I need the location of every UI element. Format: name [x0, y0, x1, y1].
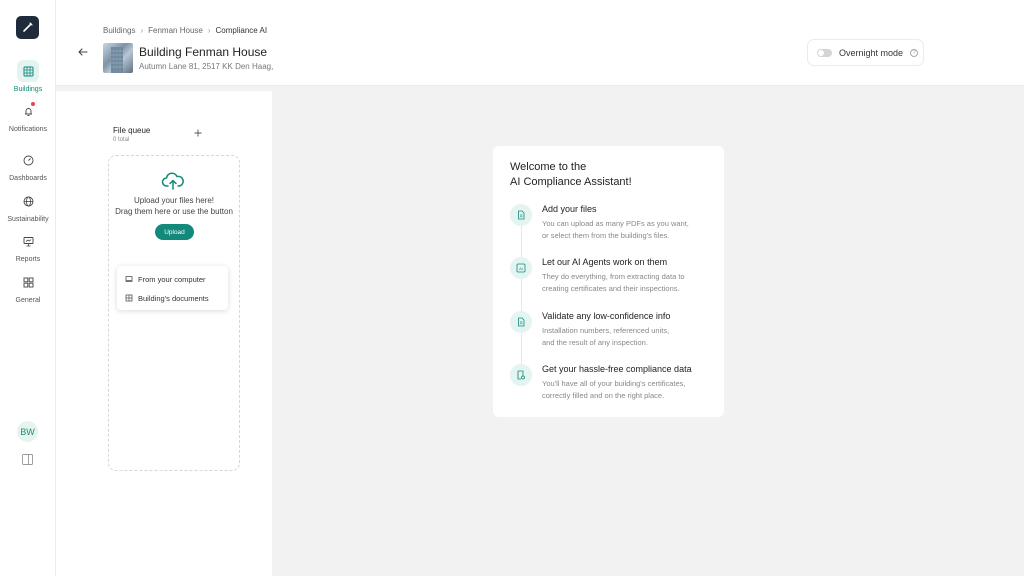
sidebar: Buildings Notifications Dashboards Susta… [0, 0, 56, 576]
sidebar-item-general[interactable]: General [0, 271, 56, 304]
step-description: You can upload as many PDFs as you want,… [542, 218, 717, 242]
menu-item-from-computer[interactable]: From your computer [125, 273, 206, 285]
page-title: Building Fenman House [139, 45, 268, 59]
menu-item-label: From your computer [138, 274, 206, 284]
step-description-line: creating certificates and their inspecti… [542, 284, 680, 293]
avatar[interactable]: BW [17, 421, 38, 442]
breadcrumb-current: Compliance AI [215, 26, 268, 35]
file-queue-count: 0 total [113, 137, 130, 143]
overnight-mode-toggle[interactable] [817, 48, 832, 57]
overnight-mode-label: Overnight mode [839, 47, 904, 58]
step-description-line: correctly filled and on the right place. [542, 391, 665, 400]
grid-icon [17, 60, 39, 82]
file-queue-panel: File queue 0 total Upload your files her… [56, 91, 272, 576]
plus-icon[interactable] [194, 129, 202, 137]
sidebar-item-label: Notifications [8, 126, 48, 133]
step-title: Add your files [542, 204, 597, 214]
sidebar-item-label: Buildings [13, 86, 43, 93]
building-thumbnail [103, 43, 133, 73]
step-description-line: You can upload as many PDFs as you want, [542, 219, 689, 228]
gauge-icon [17, 149, 39, 171]
sidebar-item-buildings[interactable]: Buildings [0, 60, 56, 93]
step-description-line: You'll have all of your building's certi… [542, 379, 686, 388]
sidebar-item-label: General [15, 297, 41, 304]
sidebar-item-label: Dashboards [9, 175, 47, 182]
sidebar-item-dashboards[interactable]: Dashboards [0, 149, 56, 182]
document-check-icon [510, 311, 532, 333]
pen-icon [23, 22, 33, 32]
step-description: They do everything, from extracting data… [542, 271, 717, 295]
building-grid-icon [125, 294, 133, 302]
chevron-right-icon: › [140, 26, 144, 35]
cloud-upload-icon [161, 172, 184, 190]
file-queue-title: File queue [113, 126, 151, 135]
building-address: Autumn Lane 81, 2517 KK Den Haag, [139, 62, 274, 71]
breadcrumb-buildings[interactable]: Buildings [103, 26, 135, 35]
step-title: Let our AI Agents work on them [542, 257, 668, 267]
step-description-line: and the result of any inspection. [542, 338, 648, 347]
welcome-card: Welcome to the AI Compliance Assistant! … [493, 146, 724, 417]
ai-icon: AI [510, 257, 532, 279]
step-description-line: or select them from the building's files… [542, 231, 670, 240]
step-title: Validate any low-confidence info [542, 311, 671, 321]
upload-dropzone[interactable]: Upload your files here! Drag them here o… [108, 155, 240, 471]
welcome-title-line1: Welcome to the [510, 161, 587, 173]
document-icon [510, 204, 532, 226]
sidebar-toggle-icon[interactable] [22, 454, 33, 465]
welcome-title: Welcome to the AI Compliance Assistant! [510, 160, 710, 190]
back-arrow-icon[interactable] [76, 45, 90, 59]
svg-text:AI: AI [519, 266, 523, 271]
sidebar-item-reports[interactable]: Reports [0, 230, 56, 263]
sidebar-item-sustainability[interactable]: Sustainability [0, 190, 56, 223]
upload-hint: Drag them here or use the button [115, 207, 233, 216]
menu-item-label: Building's documents [138, 293, 209, 303]
breadcrumb-building[interactable]: Fenman House [148, 26, 203, 35]
laptop-icon [125, 276, 133, 282]
menu-item-building-documents[interactable]: Building's documents [125, 292, 209, 304]
sidebar-item-label: Reports [15, 256, 41, 263]
upload-button[interactable]: Upload [155, 224, 194, 240]
app-logo[interactable] [16, 16, 39, 39]
presentation-icon [17, 230, 39, 252]
globe-icon [17, 190, 39, 212]
sidebar-item-label: Sustainability [7, 216, 49, 223]
notification-dot [31, 102, 35, 106]
certificate-icon [510, 364, 532, 386]
help-icon[interactable]: ? [910, 48, 919, 57]
upload-heading: Upload your files here! [133, 196, 215, 205]
step-description: You'll have all of your building's certi… [542, 378, 717, 402]
chevron-right-icon: › [207, 26, 211, 35]
apps-icon [17, 271, 39, 293]
sidebar-item-notifications[interactable]: Notifications [0, 100, 56, 133]
step-description: Installation numbers, referenced units, … [542, 325, 717, 349]
overnight-mode-control: Overnight mode ? [807, 39, 924, 66]
breadcrumb: Buildings › Fenman House › Compliance AI [103, 26, 267, 35]
timeline-connector [521, 224, 522, 374]
step-title: Get your hassle-free compliance data [542, 364, 692, 374]
welcome-title-line2: AI Compliance Assistant! [510, 176, 632, 188]
bell-icon [17, 100, 39, 122]
upload-source-menu: From your computer Building's documents [117, 266, 228, 310]
step-description-line: They do everything, from extracting data… [542, 272, 685, 281]
step-description-line: Installation numbers, referenced units, [542, 326, 670, 335]
page-header: Buildings › Fenman House › Compliance AI… [56, 0, 1024, 86]
